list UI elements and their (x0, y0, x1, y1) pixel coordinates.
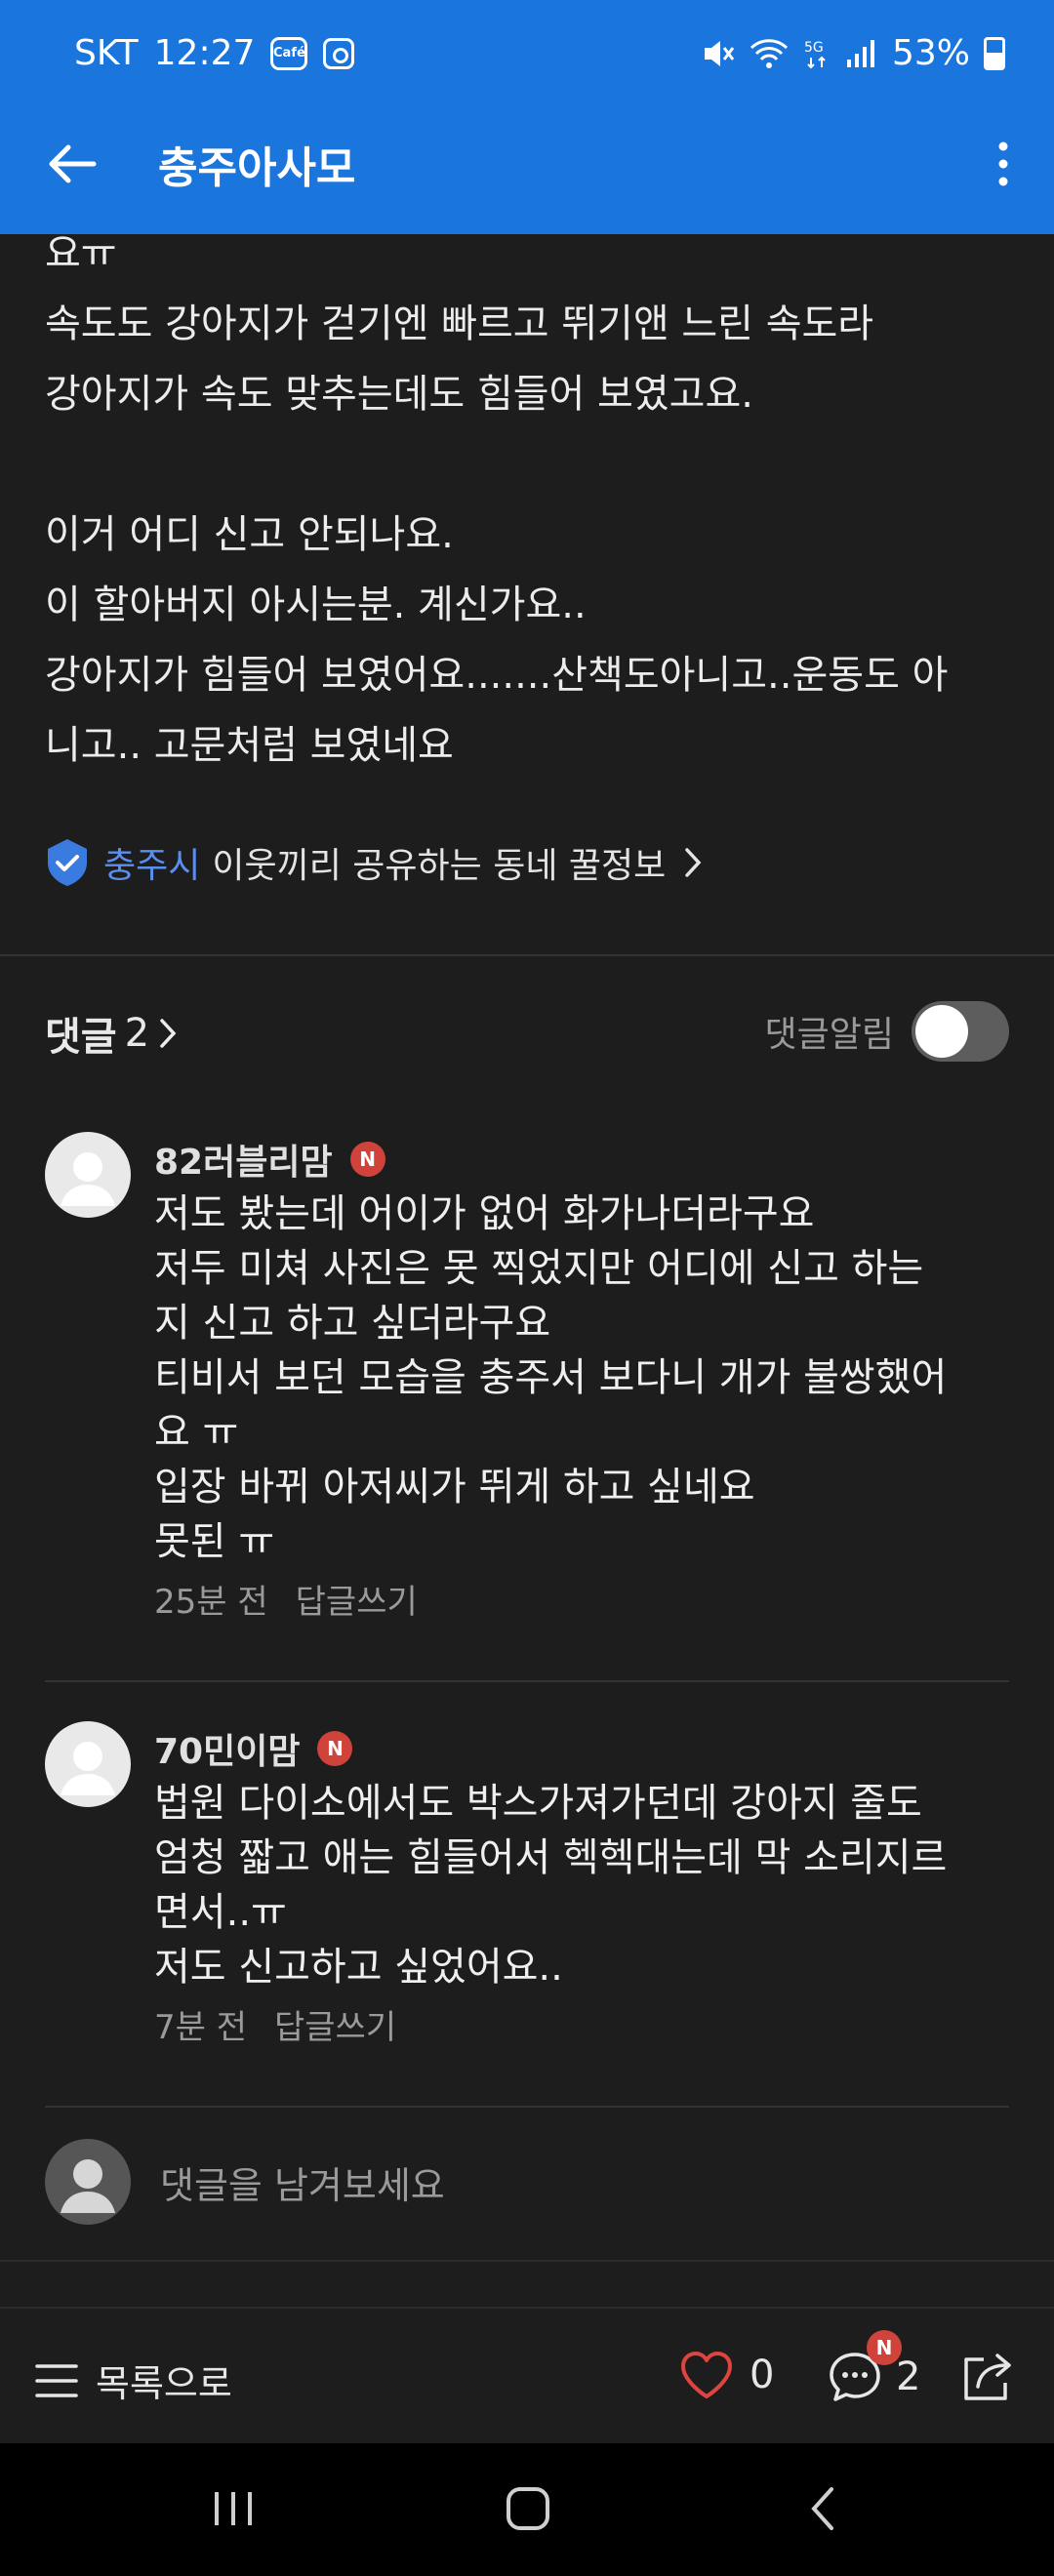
comment-input[interactable]: 댓글을 남겨보세요 (160, 2155, 445, 2209)
comment-author[interactable]: 82러블리맘 N (154, 1132, 1052, 1187)
cafe-title: 충주아사모 (158, 143, 356, 193)
comment-line: 엄청 짧고 애는 힘들어서 헥헥대는데 막 소리지르 (154, 1835, 948, 1880)
local-city-label: 충주시 (103, 846, 201, 886)
comment-line: 지 신고 하고 싶더라구요 (154, 1301, 551, 1346)
clock: 12:27 (153, 33, 256, 73)
battery-icon (984, 36, 1005, 70)
comment-line: 면서..ㅠ (154, 1890, 287, 1935)
post-line: 이 할아버지 아시는분. 계신가요.. (45, 583, 587, 627)
comment-notify-toggle[interactable] (912, 1001, 1009, 1062)
back-arrow-icon[interactable] (43, 135, 101, 193)
like-button[interactable]: 0 (679, 2350, 774, 2400)
new-badge: N (867, 2330, 902, 2365)
more-menu-icon[interactable] (992, 135, 1015, 193)
comment-divider (45, 2106, 1009, 2108)
cafe-notification-icon: Café (270, 36, 308, 70)
app-notification-icon (323, 37, 355, 69)
comment-text: 저도 봤는데 어이가 없어 화가나더라구요 저두 미쳐 사진은 못 찍었지만 어… (154, 1187, 1052, 1569)
signal-icon (846, 39, 874, 67)
comment-line: 못된 ㅠ (154, 1519, 275, 1564)
comment-notify: 댓글알림 (765, 1001, 1009, 1062)
post-line: 속도도 강아지가 걷기엔 빠르고 뛰기앤 느린 속도라 (45, 302, 874, 346)
chevron-right-icon (685, 848, 702, 877)
back-to-list-button[interactable]: 목록으로 (35, 2354, 232, 2407)
comment-time: 7분 전 (154, 2008, 247, 2047)
5g-icon: 5G (804, 40, 826, 68)
battery-percent: 53% (891, 33, 970, 73)
back-icon[interactable] (804, 2484, 843, 2533)
comment-count: 2 (896, 2355, 921, 2399)
avatar[interactable] (45, 1721, 131, 1807)
comment-nickname: 70민이맘 (154, 1732, 301, 1772)
comment-notify-label: 댓글알림 (764, 1015, 894, 1055)
chevron-right-icon (160, 1019, 177, 1048)
app-bar: 충주아사모 (0, 115, 1054, 234)
comments-count: 2 (124, 1011, 150, 1056)
comments-header[interactable]: 댓글 2 (45, 1005, 179, 1062)
system-nav-bar (0, 2443, 1054, 2576)
heart-icon (681, 2352, 732, 2398)
comment-divider (45, 1680, 1009, 1682)
local-info-description: 이웃끼리 공유하는 동네 꿀정보 (212, 846, 667, 886)
default-avatar-icon (61, 1742, 115, 1795)
section-divider (0, 954, 1054, 956)
svg-text:5G: 5G (804, 40, 824, 56)
comments-label: 댓글 (45, 1015, 117, 1060)
default-avatar-icon (61, 2159, 115, 2213)
comment-line: 요 ㅠ (154, 1410, 239, 1455)
section-divider (0, 2260, 1054, 2262)
local-info-link[interactable]: 충주시 이웃끼리 공유하는 동네 꿀정보 (45, 837, 703, 888)
status-bar: SKT 12:27 Café 5G 53% (0, 0, 1054, 115)
comment-nickname: 82러블리맘 (154, 1143, 333, 1183)
comments-button[interactable]: N 2 (828, 2330, 921, 2404)
reply-button[interactable]: 답글쓰기 (296, 1575, 418, 1623)
new-badge: N (317, 1731, 353, 1766)
back-to-list-label: 목록으로 (96, 2362, 232, 2405)
my-avatar (45, 2139, 131, 2225)
post-line-blank (45, 429, 1021, 500)
comment-text: 법원 다이소에서도 박스가져가던데 강아지 줄도 엄청 짧고 애는 힘들어서 헥… (154, 1776, 1052, 1994)
comment-line: 저도 봤는데 어이가 없어 화가나더라구요 (154, 1191, 815, 1236)
home-icon[interactable] (502, 2484, 554, 2533)
recent-apps-icon[interactable] (209, 2484, 258, 2533)
post-body: 요ㅠ 속도도 강아지가 걷기엔 빠르고 뛰기앤 느린 속도라 강아지가 속도 맞… (45, 219, 1021, 781)
mute-icon (704, 40, 735, 66)
comment-line: 저두 미쳐 사진은 못 찍었지만 어디에 신고 하는 (154, 1246, 924, 1291)
post-line: 강아지가 힘들어 보였어요.......산책도아니고..운동도 아 (45, 653, 949, 698)
comment-line: 저도 신고하고 싶었어요.. (154, 1945, 563, 1990)
list-menu-icon (35, 2363, 78, 2397)
verified-shield-icon (48, 839, 87, 886)
new-badge: N (349, 1142, 385, 1177)
avatar[interactable] (45, 1132, 131, 1218)
reply-button[interactable]: 답글쓰기 (274, 2000, 396, 2048)
wifi-icon (750, 38, 789, 68)
post-line: 강아지가 속도 맞추는데도 힘들어 보였고요. (45, 372, 753, 417)
comment-line: 티비서 보던 모습을 충주서 보다니 개가 불쌍했어 (154, 1355, 948, 1400)
comment-author[interactable]: 70민이맘 N (154, 1721, 1052, 1776)
carrier-label: SKT (74, 33, 139, 73)
write-comment-bar[interactable]: 댓글을 남겨보세요 (45, 2137, 1011, 2227)
share-icon[interactable] (958, 2350, 1017, 2404)
comment-line: 법원 다이소에서도 박스가져가던데 강아지 줄도 (154, 1781, 922, 1826)
like-count: 0 (750, 2353, 775, 2397)
comment-line: 입장 바뀌 아저씨가 뛰게 하고 싶네요 (154, 1465, 755, 1509)
default-avatar-icon (61, 1152, 115, 1206)
post-line: 요ㅠ (45, 231, 117, 276)
post-line: 이거 어디 신고 안되나요. (45, 512, 454, 557)
post-line: 니고.. 고문처럼 보였네요 (45, 723, 454, 768)
comment-time: 25분 전 (154, 1583, 268, 1622)
bottom-action-bar: 목록으로 0 N 2 (0, 2307, 1054, 2443)
